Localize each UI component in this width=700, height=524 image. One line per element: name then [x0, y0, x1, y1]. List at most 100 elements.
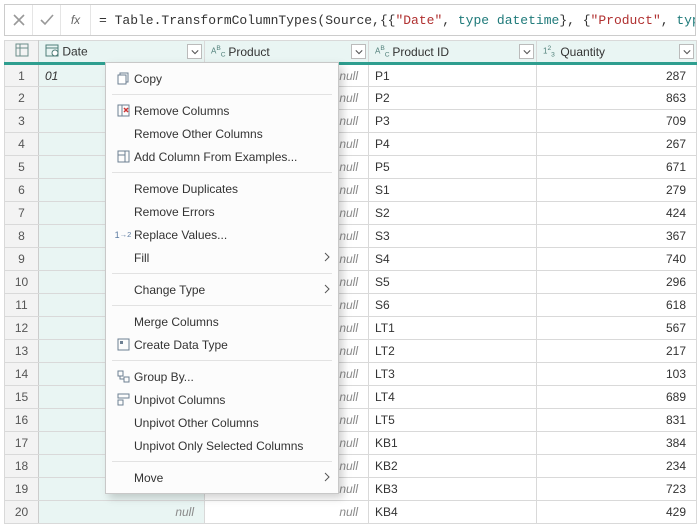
menu-separator — [112, 360, 332, 361]
cell-product-id[interactable]: S4 — [369, 248, 537, 271]
row-number[interactable]: 20 — [5, 501, 39, 524]
menu-separator — [112, 172, 332, 173]
row-number[interactable]: 13 — [5, 340, 39, 363]
menu-remove-other-columns[interactable]: Remove Other Columns — [106, 122, 338, 145]
data-type-icon — [112, 338, 134, 351]
cell-quantity[interactable]: 296 — [537, 271, 697, 294]
column-header-product[interactable]: ABC Product — [205, 41, 369, 64]
submenu-arrow-icon — [324, 251, 330, 265]
row-number[interactable]: 2 — [5, 87, 39, 110]
column-header-date[interactable]: Date — [39, 41, 205, 64]
column-filter-button[interactable] — [519, 44, 534, 59]
cancel-formula-button[interactable] — [5, 5, 33, 35]
cell-quantity[interactable]: 567 — [537, 317, 697, 340]
cell-product-id[interactable]: KB4 — [369, 501, 537, 524]
cell-quantity[interactable]: 671 — [537, 156, 697, 179]
cell-product-id[interactable]: KB2 — [369, 455, 537, 478]
row-number[interactable]: 11 — [5, 294, 39, 317]
row-number[interactable]: 17 — [5, 432, 39, 455]
cell-product[interactable]: null — [205, 501, 369, 524]
menu-move[interactable]: Move — [106, 466, 338, 489]
cell-quantity[interactable]: 709 — [537, 110, 697, 133]
menu-unpivot-other-columns[interactable]: Unpivot Other Columns — [106, 411, 338, 434]
cell-quantity[interactable]: 103 — [537, 363, 697, 386]
column-header-label: Product — [228, 45, 269, 59]
row-number[interactable]: 1 — [5, 64, 39, 87]
cell-product-id[interactable]: S6 — [369, 294, 537, 317]
cell-quantity[interactable]: 234 — [537, 455, 697, 478]
cell-product-id[interactable]: LT5 — [369, 409, 537, 432]
formula-input[interactable]: = Table.TransformColumnTypes(Source,{{"D… — [91, 13, 695, 28]
cell-quantity[interactable]: 279 — [537, 179, 697, 202]
cell-product-id[interactable]: S5 — [369, 271, 537, 294]
row-number[interactable]: 10 — [5, 271, 39, 294]
cell-product-id[interactable]: KB1 — [369, 432, 537, 455]
cell-quantity[interactable]: 367 — [537, 225, 697, 248]
cell-quantity[interactable]: 740 — [537, 248, 697, 271]
cell-product-id[interactable]: P2 — [369, 87, 537, 110]
menu-fill[interactable]: Fill — [106, 246, 338, 269]
cell-product-id[interactable]: S3 — [369, 225, 537, 248]
row-number[interactable]: 9 — [5, 248, 39, 271]
row-number[interactable]: 16 — [5, 409, 39, 432]
cell-product-id[interactable]: KB3 — [369, 478, 537, 501]
cell-quantity[interactable]: 618 — [537, 294, 697, 317]
cell-quantity[interactable]: 287 — [537, 64, 697, 87]
row-number[interactable]: 5 — [5, 156, 39, 179]
row-number[interactable]: 15 — [5, 386, 39, 409]
cell-product-id[interactable]: P3 — [369, 110, 537, 133]
cell-quantity[interactable]: 424 — [537, 202, 697, 225]
cell-quantity[interactable]: 863 — [537, 87, 697, 110]
row-number[interactable]: 19 — [5, 478, 39, 501]
cell-product-id[interactable]: LT1 — [369, 317, 537, 340]
menu-separator — [112, 461, 332, 462]
text-type-icon: ABC — [375, 45, 389, 58]
confirm-formula-button[interactable] — [33, 5, 61, 35]
row-number[interactable]: 18 — [5, 455, 39, 478]
column-header-quantity[interactable]: 123 Quantity — [537, 41, 697, 64]
cell-product-id[interactable]: P5 — [369, 156, 537, 179]
menu-unpivot-only-selected[interactable]: Unpivot Only Selected Columns — [106, 434, 338, 457]
cell-product-id[interactable]: S2 — [369, 202, 537, 225]
cell-quantity[interactable]: 689 — [537, 386, 697, 409]
row-number[interactable]: 3 — [5, 110, 39, 133]
row-number[interactable]: 6 — [5, 179, 39, 202]
row-number[interactable]: 14 — [5, 363, 39, 386]
cell-quantity[interactable]: 831 — [537, 409, 697, 432]
cell-quantity[interactable]: 217 — [537, 340, 697, 363]
menu-group-by[interactable]: Group By... — [106, 365, 338, 388]
row-number[interactable]: 7 — [5, 202, 39, 225]
menu-separator — [112, 305, 332, 306]
cell-quantity[interactable]: 384 — [537, 432, 697, 455]
row-number[interactable]: 12 — [5, 317, 39, 340]
column-filter-button[interactable] — [187, 44, 202, 59]
table-corner[interactable] — [5, 41, 39, 64]
menu-remove-errors[interactable]: Remove Errors — [106, 200, 338, 223]
column-filter-button[interactable] — [679, 44, 694, 59]
cell-product-id[interactable]: LT3 — [369, 363, 537, 386]
cell-product-id[interactable]: LT4 — [369, 386, 537, 409]
menu-remove-columns[interactable]: Remove Columns — [106, 99, 338, 122]
menu-change-type[interactable]: Change Type — [106, 278, 338, 301]
row-number[interactable]: 4 — [5, 133, 39, 156]
cell-date[interactable]: null — [39, 501, 205, 524]
menu-remove-duplicates[interactable]: Remove Duplicates — [106, 177, 338, 200]
group-by-icon — [112, 370, 134, 383]
cell-product-id[interactable]: P1 — [369, 64, 537, 87]
row-number[interactable]: 8 — [5, 225, 39, 248]
table-icon — [15, 43, 29, 57]
cell-product-id[interactable]: S1 — [369, 179, 537, 202]
column-header-product-id[interactable]: ABC Product ID — [369, 41, 537, 64]
cell-product-id[interactable]: P4 — [369, 133, 537, 156]
menu-merge-columns[interactable]: Merge Columns — [106, 310, 338, 333]
menu-replace-values[interactable]: 1→2 Replace Values... — [106, 223, 338, 246]
column-filter-button[interactable] — [351, 44, 366, 59]
cell-quantity[interactable]: 723 — [537, 478, 697, 501]
menu-add-column-from-examples[interactable]: Add Column From Examples... — [106, 145, 338, 168]
cell-product-id[interactable]: LT2 — [369, 340, 537, 363]
menu-create-data-type[interactable]: Create Data Type — [106, 333, 338, 356]
cell-quantity[interactable]: 429 — [537, 501, 697, 524]
menu-copy[interactable]: Copy — [106, 67, 338, 90]
cell-quantity[interactable]: 267 — [537, 133, 697, 156]
menu-unpivot-columns[interactable]: Unpivot Columns — [106, 388, 338, 411]
